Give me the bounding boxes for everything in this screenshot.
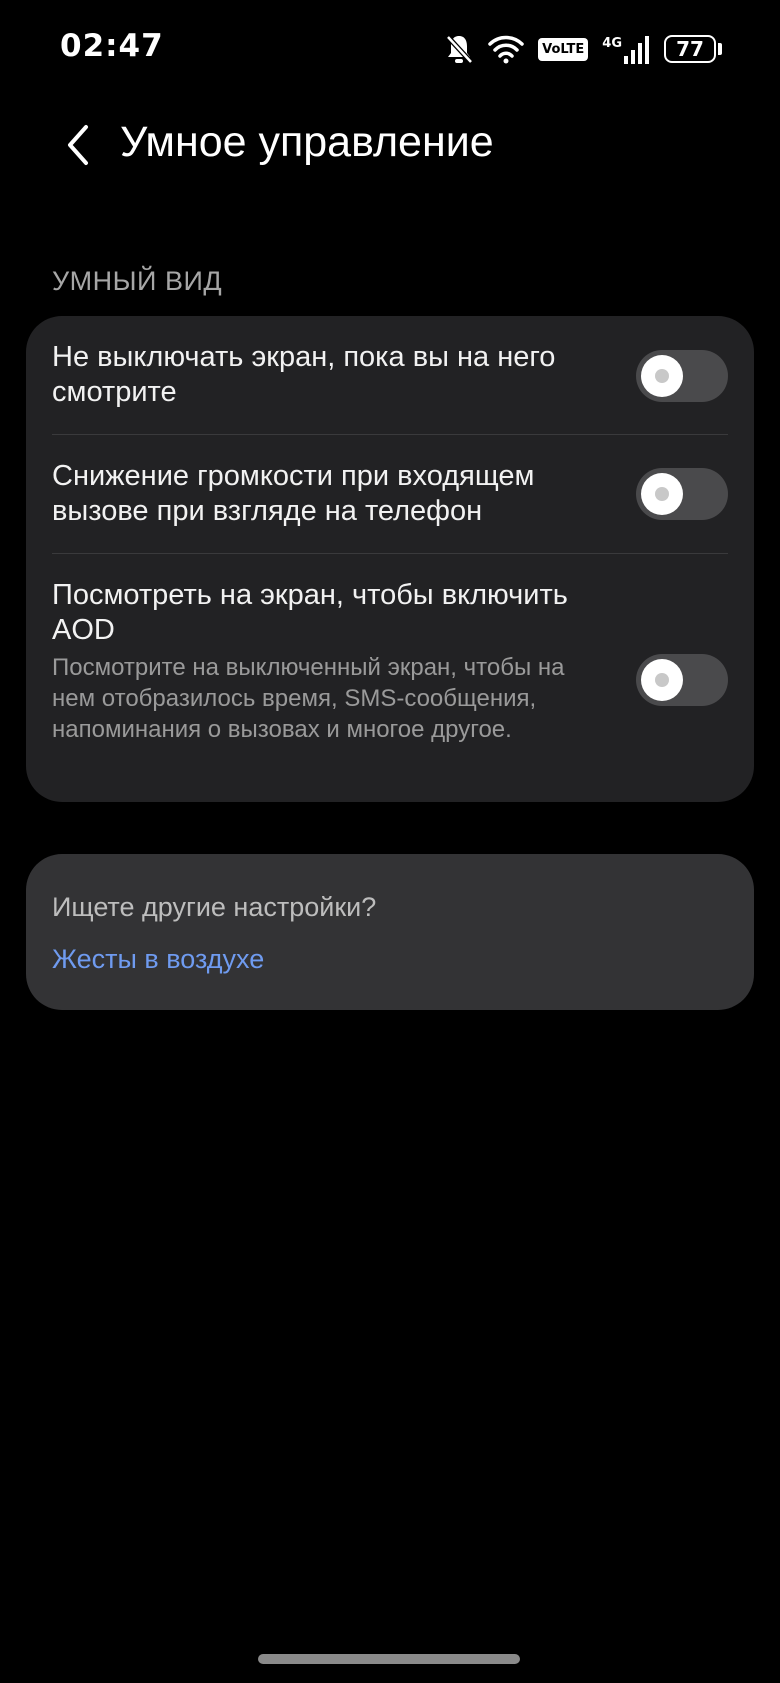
network-type-label: 4G <box>602 36 622 51</box>
air-gestures-link[interactable]: Жесты в воздухе <box>52 944 264 975</box>
setting-lower-volume[interactable]: Снижение громкости при входящем вызове п… <box>26 435 754 553</box>
setting-keep-screen-on[interactable]: Не выключать экран, пока вы на него смот… <box>26 316 754 434</box>
volte-icon: VoLTE <box>538 37 589 61</box>
battery-level: 77 <box>664 35 716 63</box>
setting-title: Посмотреть на экран, чтобы включить AOD <box>52 579 568 646</box>
status-icons: VoLTE 4G 77 <box>444 32 722 66</box>
setting-look-to-aod[interactable]: Посмотреть на экран, чтобы включить AOD … <box>26 554 754 802</box>
keep-screen-on-toggle[interactable] <box>636 350 728 402</box>
smart-view-card: Не выключать экран, пока вы на него смот… <box>26 316 754 802</box>
signal-icon: 4G <box>602 34 650 64</box>
battery-icon: 77 <box>664 35 722 63</box>
looking-for-other-settings-card: Ищете другие настройки? Жесты в воздухе <box>26 854 754 1010</box>
home-indicator[interactable] <box>258 1654 520 1664</box>
wifi-icon <box>488 34 524 64</box>
chevron-left-icon <box>68 125 88 165</box>
app-header: Умное управление <box>0 110 780 180</box>
section-title: УМНЫЙ ВИД <box>52 266 223 296</box>
other-settings-label: Ищете другие настройки? <box>52 892 377 922</box>
status-bar: 02:47 VoLTE 4G 77 <box>0 0 780 96</box>
look-to-aod-toggle[interactable] <box>636 654 728 706</box>
screen: 02:47 VoLTE 4G 77 Умное управление УМНЫЙ… <box>0 0 780 1683</box>
setting-title: Снижение громкости при входящем вызове п… <box>52 460 535 527</box>
setting-title: Не выключать экран, пока вы на него смот… <box>52 341 556 408</box>
bell-muted-icon <box>444 33 474 65</box>
lower-volume-toggle[interactable] <box>636 468 728 520</box>
status-time: 02:47 <box>60 28 164 64</box>
back-button[interactable] <box>56 120 100 170</box>
page-title: Умное управление <box>120 118 494 166</box>
setting-description: Посмотрите на выключенный экран, чтобы н… <box>52 654 565 743</box>
